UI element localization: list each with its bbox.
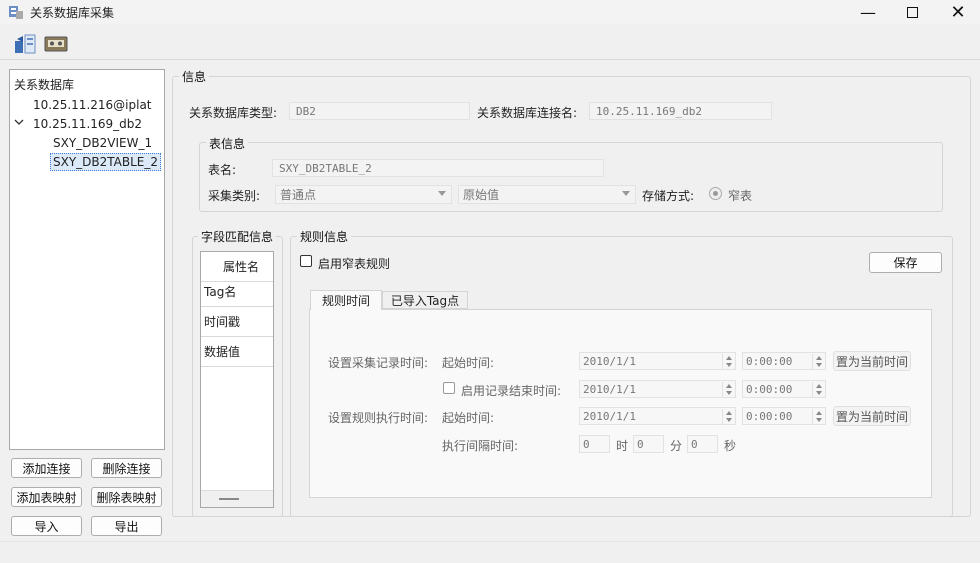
tree-item-view[interactable]: SXY_DB2VIEW_1 [53,136,152,150]
db-type-field[interactable]: DB2 [289,102,470,120]
enable-end-time-label: 启用记录结束时间: [461,384,562,398]
table-info-title: 表信息 [206,135,249,152]
conn-name-label: 关系数据库连接名: [477,106,578,120]
app-icon [8,4,24,20]
enable-narrow-rule-label: 启用窄表规则 [318,257,391,271]
exec-start-date-value: 2010/1/1 [583,409,636,423]
exec-start-date-spinner[interactable]: 2010/1/1 [579,407,736,425]
table-name-field[interactable]: SXY_DB2TABLE_2 [272,159,604,177]
exec-start-time-spinner[interactable]: 0:00:00 [742,407,826,425]
tree-root-label[interactable]: 关系数据库 [14,76,74,93]
save-button[interactable]: 保存 [869,252,942,273]
toolbar-button-export[interactable] [12,32,38,56]
info-group-title: 信息 [179,68,210,85]
rule-group-title: 规则信息 [297,228,352,245]
spinner-arrows-icon [812,409,824,425]
field-match-title: 字段匹配信息 [198,228,277,245]
chevron-down-icon [622,191,630,196]
enable-narrow-rule-checkbox[interactable] [300,255,312,267]
end-time-spinner[interactable]: 0:00:00 [742,380,826,398]
interval-label: 执行间隔时间: [442,439,519,453]
status-bar [0,541,980,563]
conn-name-field[interactable]: 10.25.11.169_db2 [589,102,772,120]
export-button[interactable]: 导出 [91,516,162,536]
enable-end-time-checkbox[interactable] [443,382,455,394]
import-button[interactable]: 导入 [11,516,82,536]
add-connection-button[interactable]: 添加连接 [11,458,82,478]
exec-start-time-value: 0:00:00 [746,409,793,423]
tape-cassette-icon [44,36,68,52]
exec-start-label: 起始时间: [442,411,495,425]
field-list-item[interactable]: Tag名 [201,277,273,307]
collect-start-date-spinner[interactable]: 2010/1/1 [579,352,736,370]
collect-start-time-value: 0:00:00 [746,354,793,368]
collect-type-label: 采集类别: [208,189,261,203]
seconds-unit: 秒 [724,439,737,453]
seconds-input[interactable]: 0 [687,435,718,453]
field-list-item[interactable]: 时间戳 [201,307,273,337]
hours-unit: 时 [616,439,629,453]
tab-imported-tags[interactable]: 已导入Tag点 [382,291,468,309]
title-bar [0,0,980,24]
window-title: 关系数据库采集 [30,6,115,20]
expand-chevron-icon[interactable] [14,116,24,130]
database-export-icon [15,34,36,54]
collect-start-time-spinner[interactable]: 0:00:00 [742,352,826,370]
set-now-button-2[interactable]: 置为当前时间 [833,406,911,426]
hours-input[interactable]: 0 [579,435,610,453]
exec-time-label: 设置规则执行时间: [328,411,429,425]
maximize-icon [906,6,918,18]
spinner-arrows-icon [812,354,824,370]
add-table-mapping-button[interactable]: 添加表映射 [11,487,82,507]
narrow-table-label: 窄表 [728,189,753,203]
tree-item-iplat[interactable]: 10.25.11.216@iplat [33,98,152,112]
end-date-spinner[interactable]: 2010/1/1 [579,380,736,398]
minutes-unit: 分 [670,439,683,453]
scrollbar-grip-icon [219,498,239,500]
minutes-input[interactable]: 0 [633,435,664,453]
delete-table-mapping-button[interactable]: 删除表映射 [91,487,162,507]
tab-rule-time[interactable]: 规则时间 [310,290,382,310]
value-type-value: 原始值 [463,188,500,202]
field-list-item[interactable]: 数据值 [201,337,273,367]
spinner-arrows-icon [722,382,734,398]
database-tree[interactable]: 关系数据库 10.25.11.216@iplat 10.25.11.169_db… [9,69,165,450]
value-type-select[interactable]: 原始值 [458,185,636,204]
collect-start-date-value: 2010/1/1 [583,354,636,368]
field-list-scrollbar[interactable] [201,490,273,507]
narrow-table-radio[interactable] [709,187,722,200]
chevron-down-icon [438,191,446,196]
close-icon: ✕ [950,1,966,23]
delete-connection-button[interactable]: 删除连接 [91,458,162,478]
minimize-icon: — [860,2,876,22]
spinner-arrows-icon [722,409,734,425]
start-time-label: 起始时间: [442,356,495,370]
end-date-value: 2010/1/1 [583,382,636,396]
collect-type-select[interactable]: 普通点 [275,185,452,204]
spinner-arrows-icon [722,354,734,370]
rule-tab-panel [309,309,932,498]
tree-item-table-selected[interactable]: SXY_DB2TABLE_2 [50,153,162,171]
maximize-button[interactable] [890,0,934,24]
close-button[interactable]: ✕ [936,0,980,24]
storage-label: 存储方式: [642,189,695,203]
minimize-button[interactable]: — [846,0,890,24]
collect-type-value: 普通点 [280,188,317,202]
table-name-label: 表名: [208,163,237,177]
set-now-button-1[interactable]: 置为当前时间 [833,351,911,371]
spinner-arrows-icon [812,382,824,398]
db-type-label: 关系数据库类型: [189,106,278,120]
tree-item-db2[interactable]: 10.25.11.169_db2 [33,117,142,131]
field-match-list[interactable]: 属性名 Tag名 时间戳 数据值 [200,251,274,508]
toolbar [0,26,980,60]
collect-time-label: 设置采集记录时间: [328,356,429,370]
end-time-value: 0:00:00 [746,382,793,396]
toolbar-button-tape[interactable] [43,32,69,56]
